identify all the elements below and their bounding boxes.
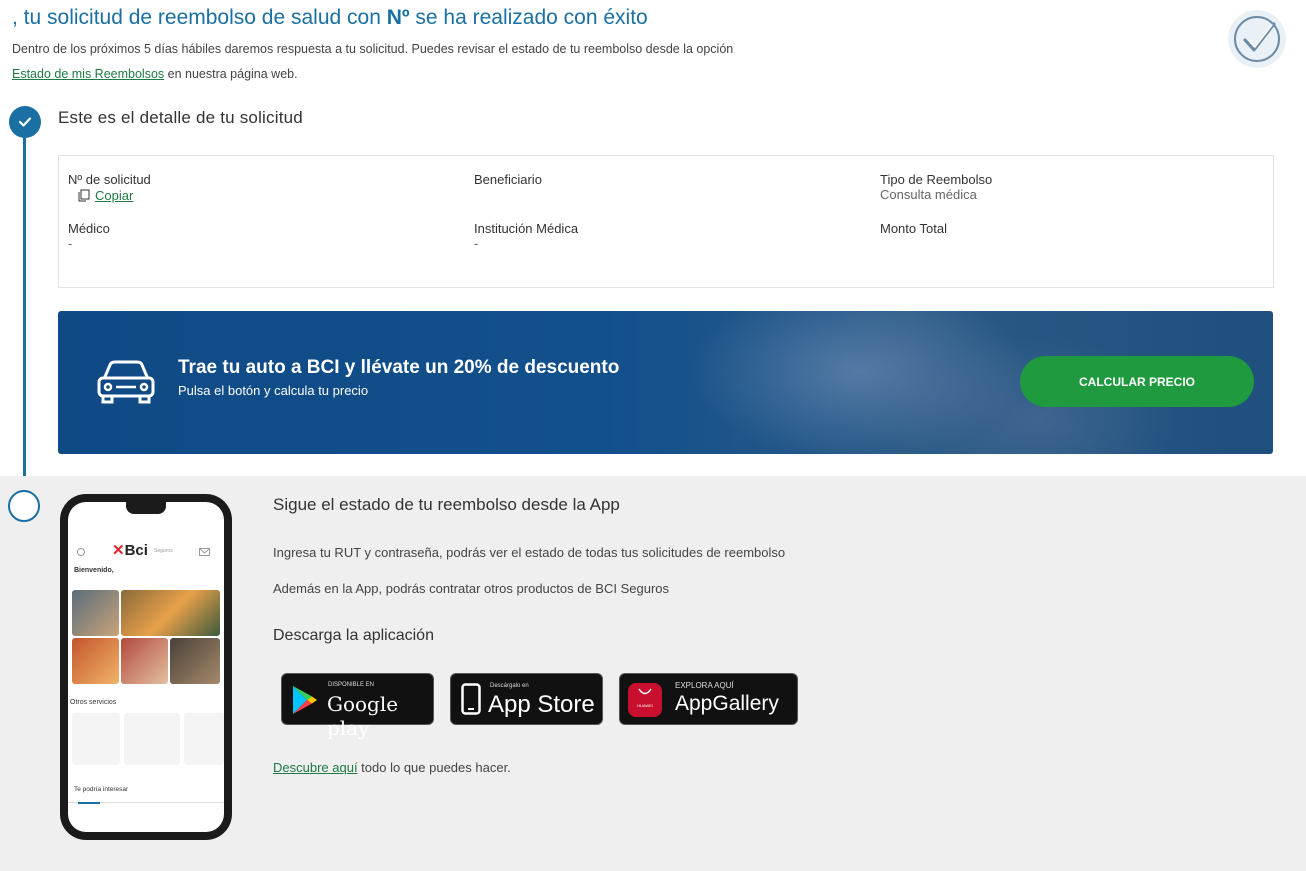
promo-title: Trae tu auto a BCI y llévate un 20% de d…: [178, 357, 620, 378]
detail-heading: Este es el detalle de tu solicitud: [58, 108, 303, 127]
discover-rest: todo lo que puedes hacer.: [357, 760, 511, 775]
promo-banner: Trae tu auto a BCI y llévate un 20% de d…: [58, 311, 1273, 454]
car-icon: [97, 360, 155, 404]
service-card: [184, 713, 224, 765]
phone-otros: Otros servicios: [70, 699, 117, 706]
field-beneficiario: Beneficiario: [474, 172, 542, 187]
apple-big-text: App Store: [488, 691, 595, 718]
title-prefix: , tu solicitud de reembolso de salud con: [12, 6, 387, 29]
tipo-label: Tipo de Reembolso: [880, 172, 993, 187]
service-card: [72, 713, 120, 765]
huawei-brand: HUAWEI: [637, 703, 653, 708]
intro-rest: en nuestra página web.: [164, 67, 298, 81]
tile-image: [72, 590, 119, 636]
huawei-big-text: AppGallery: [675, 692, 779, 715]
apple-small-text: Descárgalo en: [490, 683, 529, 689]
google-play-badge[interactable]: DISPONIBLE EN Google play: [281, 673, 434, 740]
mail-icon: [199, 548, 210, 556]
google-big-text: Google play: [327, 692, 399, 740]
promo-subtitle: Pulsa el botón y calcula tu precio: [178, 383, 369, 398]
settings-icon: [77, 548, 85, 556]
copy-link[interactable]: Copiar: [95, 188, 133, 203]
medico-label: Médico: [68, 221, 110, 236]
phone-icon: [461, 683, 481, 715]
google-play-icon: [293, 686, 317, 714]
medico-value: -: [68, 236, 73, 251]
copy-row: Copiar: [78, 188, 151, 203]
tipo-value: Consulta médica: [880, 187, 977, 202]
page-title: , tu solicitud de reembolso de salud con…: [12, 6, 648, 30]
tile-image: [121, 638, 168, 684]
phone-notch: [126, 502, 166, 514]
descubre-aqui-link[interactable]: Descubre aquí: [273, 760, 358, 775]
title-suffix: se ha realizado con éxito: [409, 6, 648, 29]
field-solicitud: Nº de solicitud Copiar: [68, 172, 151, 203]
monto-label: Monto Total: [880, 221, 947, 236]
app-line1: Ingresa tu RUT y contraseña, podrás ver …: [273, 545, 786, 560]
app-store-badge[interactable]: Descárgalo en App Store: [450, 673, 603, 725]
huawei-small-text: EXPLORA AQUÍ: [675, 681, 734, 690]
institucion-value: -: [474, 236, 479, 251]
field-tipo: Tipo de Reembolso Consulta médica: [880, 172, 992, 202]
google-small-text: DISPONIBLE EN: [328, 682, 375, 688]
app-line2: Además en la App, podrás contratar otros…: [273, 581, 670, 596]
title-number-label: Nº: [386, 6, 410, 29]
timeline-step-pending-icon: [8, 490, 40, 522]
huawei-icon: HUAWEI: [628, 683, 662, 717]
phone-mockup: ✕Bci Seguros Bienvenido, Otros servicios…: [60, 494, 232, 840]
tile-image: [72, 638, 119, 684]
intro-text-2: Estado de mis Reembolsos en nuestra pági…: [12, 67, 298, 81]
phone-interesar: Te podría interesar: [74, 786, 129, 793]
copy-icon[interactable]: [78, 189, 90, 202]
download-heading: Descarga la aplicación: [273, 627, 434, 644]
field-institucion: Institución Médica -: [474, 221, 578, 251]
service-card: [124, 713, 180, 765]
tile-image: [170, 638, 220, 684]
discover-text: Descubre aquí todo lo que puedes hacer.: [273, 760, 511, 775]
timeline-line: [23, 125, 26, 491]
phone-brand-logo: ✕Bci: [112, 542, 148, 559]
institucion-label: Institución Médica: [474, 221, 579, 236]
calcular-precio-button[interactable]: CALCULAR PRECIO: [1020, 356, 1254, 407]
beneficiario-label: Beneficiario: [474, 172, 542, 187]
app-heading: Sigue el estado de tu reembolso desde la…: [273, 495, 620, 514]
app-gallery-badge[interactable]: HUAWEI EXPLORA AQUÍ AppGallery: [619, 673, 798, 725]
phone-brand-sub: Seguros: [154, 548, 173, 554]
solicitud-label: Nº de solicitud: [68, 172, 151, 187]
intro-text: Dentro de los próximos 5 días hábiles da…: [12, 42, 734, 56]
phone-screen: ✕Bci Seguros Bienvenido, Otros servicios…: [68, 502, 224, 832]
success-check-icon: [1228, 10, 1286, 68]
field-monto: Monto Total: [880, 221, 947, 236]
phone-brand: Bci: [124, 542, 148, 559]
estado-reembolsos-link[interactable]: Estado de mis Reembolsos: [12, 67, 164, 81]
field-medico: Médico -: [68, 221, 110, 251]
tile-image: [121, 590, 220, 636]
timeline-step-done-icon: [9, 106, 41, 138]
phone-welcome: Bienvenido,: [74, 567, 114, 574]
phone-tab-indicator: [78, 802, 100, 804]
detail-card: Nº de solicitud Copiar Beneficiario Tipo…: [58, 155, 1274, 288]
